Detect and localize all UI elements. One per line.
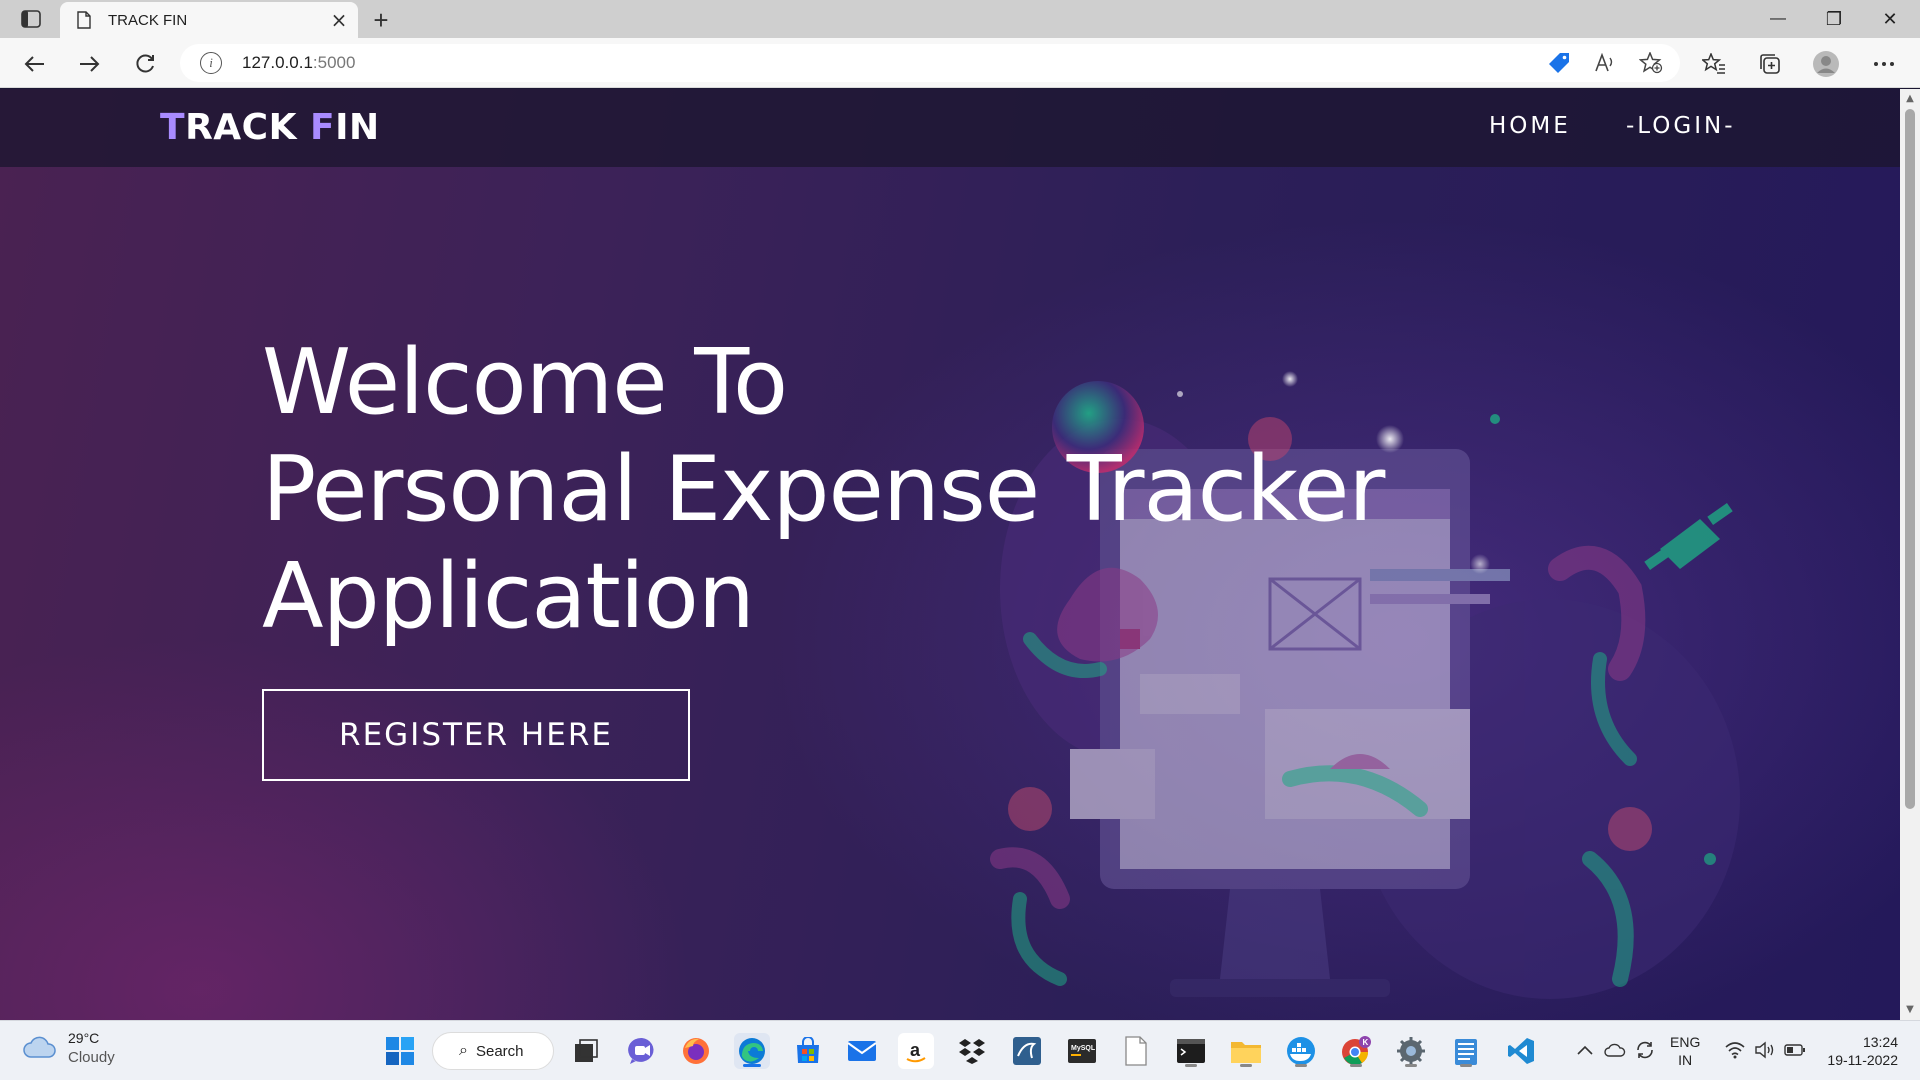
mysql-shell-icon[interactable]: MySQL bbox=[1064, 1033, 1100, 1069]
close-window-button[interactable]: ✕ bbox=[1862, 0, 1918, 38]
teams-chat-icon[interactable] bbox=[624, 1033, 660, 1069]
minimize-button[interactable]: — bbox=[1750, 0, 1806, 38]
file-explorer-icon[interactable] bbox=[1228, 1033, 1264, 1069]
tab-strip: TRACK FIN × + — ❐ ✕ bbox=[0, 0, 1920, 38]
taskbar-clock[interactable]: 13:24 19-11-2022 bbox=[1822, 1033, 1898, 1069]
svg-text:MySQL: MySQL bbox=[1071, 1045, 1096, 1052]
clock-date: 19-11-2022 bbox=[1827, 1052, 1898, 1068]
svg-text:K: K bbox=[1363, 1038, 1369, 1047]
taskbar-search[interactable]: ⌕ Search bbox=[432, 1032, 554, 1070]
more-options-icon[interactable] bbox=[1866, 46, 1902, 82]
chrome-icon[interactable]: K bbox=[1338, 1033, 1374, 1069]
microsoft-store-icon[interactable] bbox=[790, 1033, 826, 1069]
page-icon bbox=[74, 10, 94, 30]
page-scrollbar[interactable]: ▲ ▼ bbox=[1900, 89, 1920, 1020]
site-logo[interactable]: TRACK FIN bbox=[160, 107, 380, 148]
sync-icon[interactable] bbox=[1634, 1039, 1656, 1061]
show-hidden-icons-icon[interactable] bbox=[1574, 1039, 1596, 1061]
chrome-running-indicator bbox=[1350, 1064, 1362, 1067]
dropbox-icon[interactable] bbox=[954, 1033, 990, 1069]
register-button[interactable]: REGISTER HERE bbox=[262, 689, 690, 781]
weather-temp: 29°C bbox=[68, 1030, 100, 1046]
notepad-icon[interactable] bbox=[1448, 1033, 1484, 1069]
blank-document-icon[interactable] bbox=[1118, 1033, 1154, 1069]
onedrive-icon[interactable] bbox=[1604, 1039, 1626, 1061]
browser-window: TRACK FIN × + — ❐ ✕ i 127.0.0.1:5000 TRA… bbox=[0, 0, 1920, 1080]
address-bar[interactable]: i 127.0.0.1:5000 bbox=[180, 44, 1680, 82]
hero-line-3: Application bbox=[262, 544, 755, 649]
active-tab[interactable]: TRACK FIN × bbox=[60, 2, 358, 38]
terminal-icon[interactable] bbox=[1173, 1033, 1209, 1069]
shopping-tag-icon[interactable] bbox=[1544, 50, 1574, 76]
firefox-icon[interactable] bbox=[678, 1033, 714, 1069]
profile-avatar[interactable] bbox=[1808, 46, 1844, 82]
collections-icon[interactable] bbox=[1752, 46, 1788, 82]
url-text: 127.0.0.1:5000 bbox=[242, 53, 356, 72]
back-icon[interactable] bbox=[16, 46, 52, 82]
browser-toolbar: i 127.0.0.1:5000 bbox=[0, 38, 1920, 88]
task-view-icon[interactable] bbox=[568, 1033, 604, 1069]
clock-time: 13:24 bbox=[1862, 1034, 1898, 1050]
tab-actions-icon[interactable] bbox=[14, 6, 48, 32]
wifi-icon[interactable] bbox=[1724, 1039, 1746, 1061]
battery-icon[interactable] bbox=[1784, 1039, 1806, 1061]
nav-login-link[interactable]: -LOGIN- bbox=[1626, 113, 1736, 139]
refresh-icon[interactable] bbox=[127, 46, 163, 82]
tab-close-icon[interactable]: × bbox=[324, 5, 354, 35]
windows-taskbar: 29°C Cloudy ⌕ Search a MySQL K ENG IN 13… bbox=[0, 1020, 1920, 1080]
new-tab-button[interactable]: + bbox=[366, 5, 396, 35]
windows-start-icon[interactable] bbox=[382, 1033, 418, 1069]
site-info-icon[interactable]: i bbox=[200, 52, 222, 74]
restore-button[interactable]: ❐ bbox=[1806, 0, 1862, 38]
settings-running-indicator bbox=[1405, 1064, 1417, 1067]
forward-icon[interactable] bbox=[72, 46, 108, 82]
svg-text:a: a bbox=[910, 1040, 921, 1060]
hero-heading: Welcome To Personal Expense Tracker Appl… bbox=[262, 329, 1462, 650]
site-header: TRACK FIN HOME -LOGIN- bbox=[0, 89, 1900, 167]
cloud-icon bbox=[23, 1036, 56, 1058]
edge-icon[interactable] bbox=[734, 1033, 770, 1069]
tab-title: TRACK FIN bbox=[108, 11, 188, 29]
taskbar-search-label: Search bbox=[475, 1042, 524, 1060]
search-icon: ⌕ bbox=[459, 1042, 468, 1059]
settings-icon[interactable] bbox=[1393, 1033, 1429, 1069]
scroll-up-icon[interactable]: ▲ bbox=[1904, 92, 1916, 104]
weather-widget[interactable]: 29°C Cloudy bbox=[22, 1029, 115, 1067]
vscode-icon[interactable] bbox=[1503, 1033, 1539, 1069]
language-region: IN bbox=[1678, 1052, 1693, 1068]
docker-running-indicator bbox=[1295, 1064, 1307, 1067]
weather-condition: Cloudy bbox=[68, 1049, 115, 1066]
scroll-down-icon[interactable]: ▼ bbox=[1904, 1003, 1916, 1015]
add-favorite-icon[interactable] bbox=[1636, 50, 1666, 76]
amazon-icon[interactable]: a bbox=[898, 1033, 934, 1069]
docker-icon[interactable] bbox=[1283, 1033, 1319, 1069]
input-language[interactable]: ENG IN bbox=[1670, 1033, 1700, 1069]
volume-icon[interactable] bbox=[1754, 1039, 1776, 1061]
language-code: ENG bbox=[1670, 1034, 1701, 1050]
mail-icon[interactable] bbox=[844, 1033, 880, 1069]
terminal-running-indicator bbox=[1185, 1064, 1197, 1067]
read-aloud-icon[interactable] bbox=[1590, 50, 1620, 76]
hero-line-1: Welcome To bbox=[262, 330, 788, 435]
notepad-running-indicator bbox=[1460, 1064, 1472, 1067]
scroll-thumb[interactable] bbox=[1905, 109, 1915, 809]
edge-active-indicator bbox=[743, 1064, 761, 1067]
page-viewport: TRACK FIN HOME -LOGIN- Welcome To Person… bbox=[0, 89, 1900, 1020]
mysql-workbench-icon[interactable] bbox=[1009, 1033, 1045, 1069]
hero-line-2: Personal Expense Tracker bbox=[262, 437, 1385, 542]
favorites-icon[interactable] bbox=[1696, 46, 1732, 82]
explorer-running-indicator bbox=[1240, 1064, 1252, 1067]
nav-home-link[interactable]: HOME bbox=[1489, 113, 1571, 139]
